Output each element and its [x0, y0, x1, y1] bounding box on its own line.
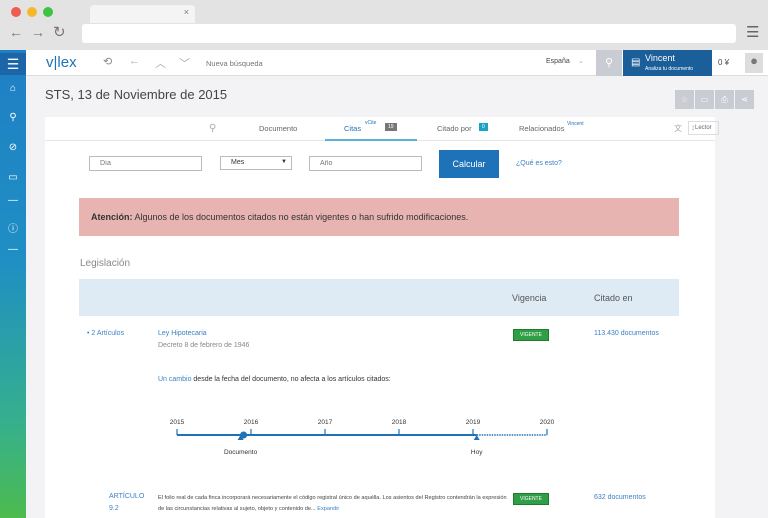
search-icon[interactable]: ⚲ [0, 112, 26, 123]
search-button[interactable]: ⚲ [596, 50, 622, 76]
expand-link[interactable]: Expandir [317, 506, 339, 512]
browser-tab[interactable]: × [90, 5, 195, 23]
articles-toggle[interactable]: • 2 Artículos [87, 330, 124, 337]
document-icon: ▤ [631, 57, 641, 68]
divider: — [8, 195, 18, 206]
law-subtitle: Decreto 8 de febrero de 1946 [158, 342, 250, 349]
prev-icon[interactable]: ← [129, 55, 140, 67]
article-number[interactable]: 9.2 [109, 505, 119, 512]
citas-count-badge: 19 [385, 123, 397, 131]
close-window-button[interactable] [11, 7, 21, 17]
page-title: STS, 13 de Noviembre de 2015 [45, 87, 228, 102]
search-in-doc-icon[interactable]: ⚲ [209, 123, 216, 134]
sidebar: ☰ ⌂ ⚲ ⊘ ▭ — ⓘ — [0, 50, 26, 518]
print-icon[interactable]: ⎙ [715, 90, 734, 109]
timeline-year-label: 2019 [466, 419, 481, 426]
compass-icon[interactable]: ⊘ [0, 142, 26, 153]
alert-banner: Atención: Algunos de los documentos cita… [79, 198, 679, 236]
back-icon[interactable]: ← [9, 24, 23, 40]
folder-icon[interactable]: ▭ [0, 172, 26, 183]
month-select[interactable]: Mes ▼ [220, 156, 292, 170]
info-icon[interactable]: ⓘ [0, 220, 26, 235]
divider: — [8, 244, 18, 255]
document-actions: ☆ ▭ ⎙ ⋖ [675, 90, 754, 109]
vlex-logo[interactable]: v|lex [46, 54, 77, 71]
vincent-button[interactable]: ▤ Vincent Analiza tu documento [623, 50, 712, 76]
avatar[interactable]: ● [745, 53, 763, 73]
timeline-year-label: 2016 [244, 419, 259, 426]
section-title: Legislación [80, 258, 131, 269]
citado-count-badge: 0 [479, 123, 488, 131]
document-card: ⚲ Documento Citas vCite 19 Citado por 0 … [45, 117, 719, 518]
cited-link[interactable]: 113.430 documentos [594, 330, 659, 337]
maximize-window-button[interactable] [43, 7, 53, 17]
col-vigencia: Vigencia [512, 293, 547, 303]
document-label: Documento [224, 449, 258, 456]
translate-icon[interactable]: 文 [674, 123, 682, 134]
day-input[interactable] [89, 156, 202, 171]
search-input[interactable] [206, 55, 526, 71]
vincent-sup: Vincent [567, 121, 584, 127]
status-badge: VIGENTE [513, 329, 549, 341]
reload-icon[interactable]: ↻ [53, 23, 66, 41]
country-select[interactable]: España [546, 58, 570, 65]
law-link[interactable]: Ley Hipotecaria [158, 330, 207, 337]
dropdown-arrow-icon: ▼ [281, 159, 287, 165]
change-link[interactable]: Un cambio [158, 376, 191, 383]
cited-link[interactable]: 632 documentos [594, 494, 646, 501]
help-link[interactable]: ¿Qué es esto? [516, 160, 562, 167]
reader-button[interactable]: Lector [688, 121, 719, 135]
article-label[interactable]: ARTÍCULO [109, 493, 144, 500]
down-icon[interactable]: ﹀ [179, 55, 190, 71]
forward-icon[interactable]: → [31, 24, 45, 40]
timeline-year-label: 2015 [170, 419, 185, 426]
vincent-title: Vincent [645, 53, 675, 63]
menu-icon[interactable]: ☰ [746, 23, 759, 41]
article-text: El folio real de cada finca incorporará … [158, 495, 507, 512]
credits[interactable]: 0 ¥ [718, 58, 729, 67]
year-input[interactable] [309, 156, 422, 171]
tab-citas[interactable]: Citas vCite 19 [325, 117, 417, 141]
home-icon[interactable]: ⌂ [0, 83, 26, 94]
minimize-window-button[interactable] [27, 7, 37, 17]
timeline-year-label: 2020 [540, 419, 555, 426]
table-header: Vigencia Citado en [79, 279, 679, 316]
col-citado: Citado en [594, 293, 633, 303]
star-icon[interactable]: ☆ [675, 90, 694, 109]
share-icon[interactable]: ⋖ [735, 90, 754, 109]
today-label: Hoy [471, 449, 483, 456]
tab-relacionados[interactable]: Relacionados [519, 124, 564, 133]
hamburger-icon[interactable]: ☰ [0, 53, 26, 75]
tab-documento[interactable]: Documento [259, 124, 297, 133]
address-bar[interactable] [82, 24, 736, 43]
folder-add-icon[interactable]: ▭ [695, 90, 714, 109]
tab-close-icon[interactable]: × [184, 7, 189, 17]
history-icon[interactable]: ⟲ [103, 55, 112, 68]
up-icon[interactable]: ︿ [155, 55, 166, 71]
app-header: v|lex ⟲ ← ︿ ﹀ España ⌄ ⚲ ▤ Vincent Anali… [26, 50, 768, 76]
status-badge: VIGENTE [513, 493, 549, 505]
change-note: Un cambio desde la fecha del documento, … [158, 376, 391, 383]
timeline-year-label: 2018 [392, 419, 407, 426]
tab-citado-por[interactable]: Citado por [437, 124, 472, 133]
timeline-year-label: 2017 [318, 419, 333, 426]
vincent-subtitle: Analiza tu documento [645, 66, 694, 72]
calculate-button[interactable]: Calcular [439, 150, 499, 178]
chevron-down-icon: ⌄ [578, 58, 584, 65]
timeline: 2015 2016 2017 2018 2019 2020 Documento Hoy [170, 419, 555, 456]
